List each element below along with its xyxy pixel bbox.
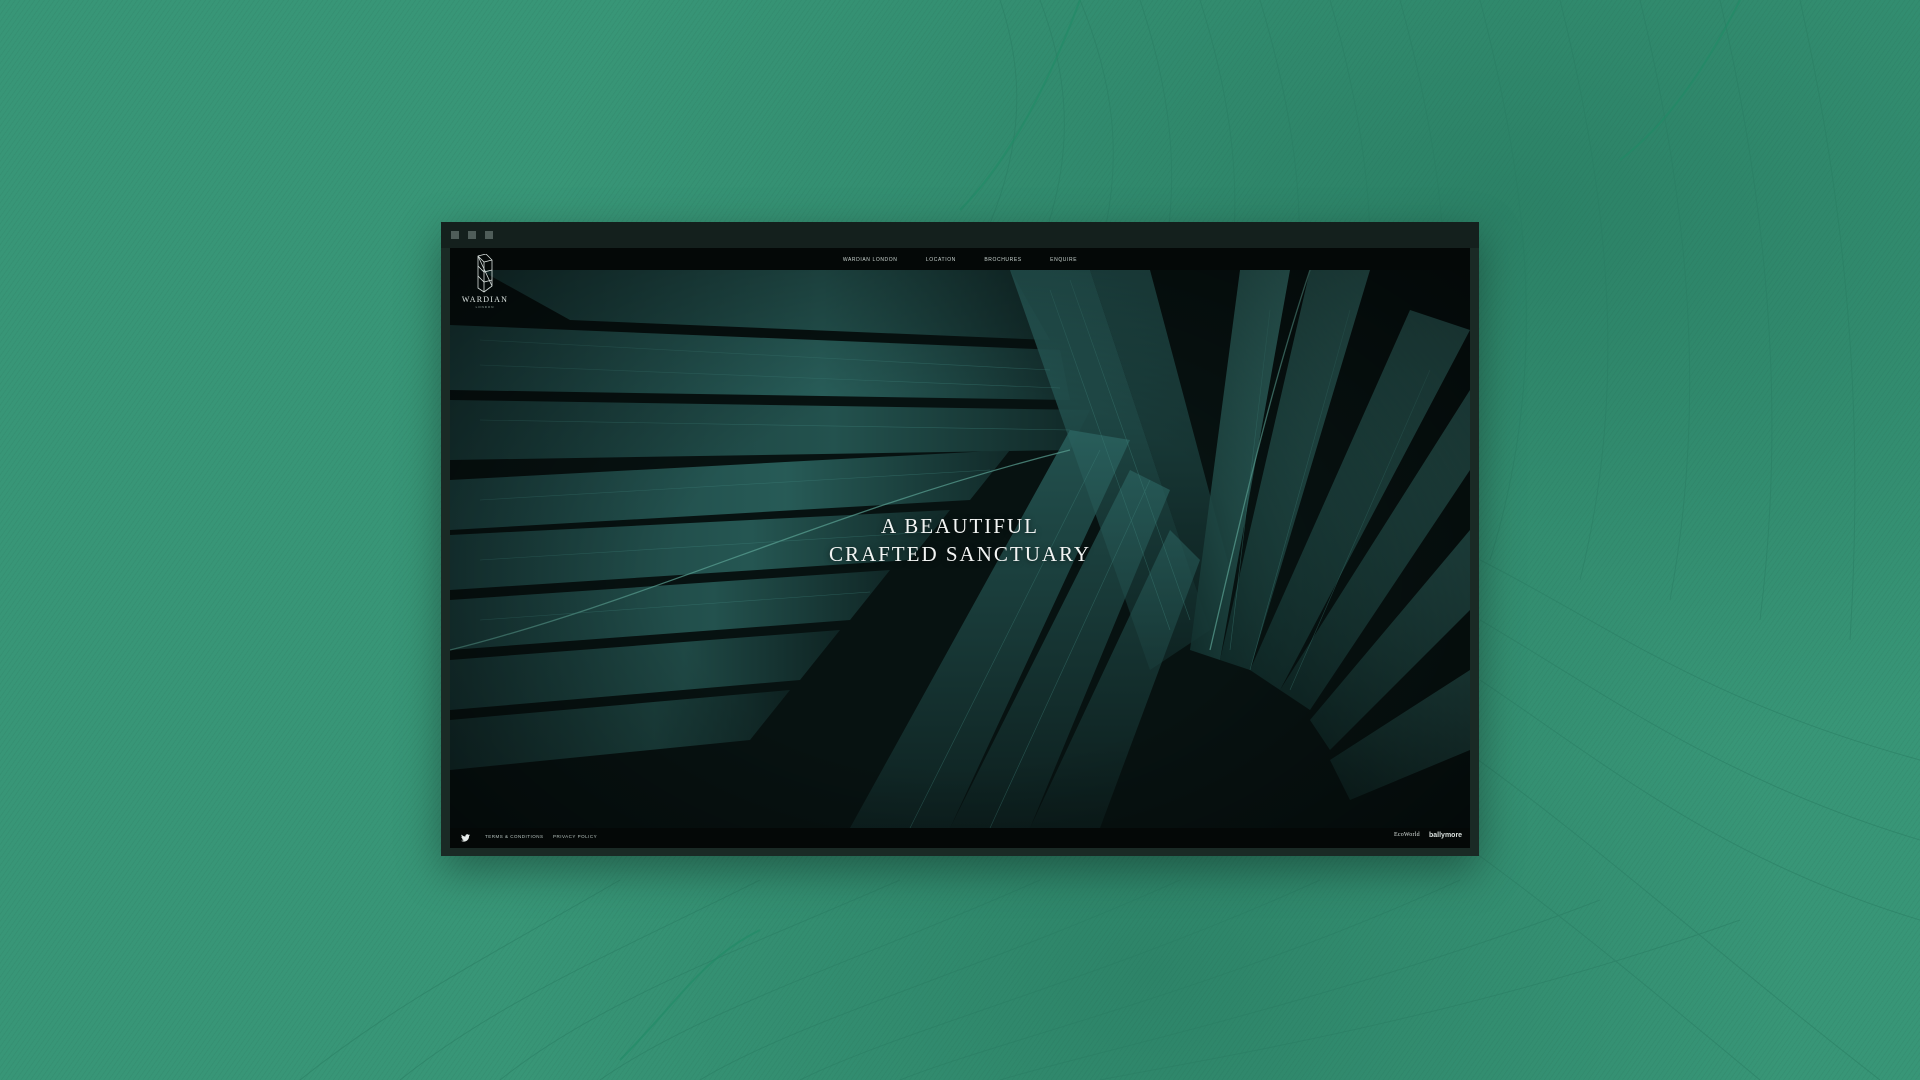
- logo-name: WARDIAN: [461, 295, 509, 304]
- window-minimize-button[interactable]: [468, 231, 476, 239]
- partner-logo-ballymore[interactable]: ballymore: [1429, 832, 1462, 839]
- browser-window: Wardian London Location Brochures Enquir…: [441, 222, 1479, 856]
- hero-headline-line-2: CRAFTED SANCTUARY: [828, 542, 1092, 566]
- twitter-icon[interactable]: [461, 834, 470, 842]
- window-titlebar: [441, 222, 1479, 248]
- window-maximize-button[interactable]: [485, 231, 493, 239]
- logo-subtitle: LONDON: [475, 305, 495, 309]
- hero-headline-line-1: A BEAUTIFUL: [881, 514, 1039, 538]
- terms-conditions-link[interactable]: Terms & Conditions: [485, 834, 544, 839]
- page-viewport: Wardian London Location Brochures Enquir…: [450, 248, 1470, 848]
- wardian-logo[interactable]: WARDIAN LONDON: [456, 254, 514, 314]
- nav-item-brochures[interactable]: Brochures: [984, 250, 1021, 270]
- top-navigation: Wardian London Location Brochures Enquir…: [450, 248, 1470, 270]
- window-close-button[interactable]: [451, 231, 459, 239]
- nav-item-enquire[interactable]: Enquire: [1050, 250, 1077, 270]
- logo-mark-icon: [477, 254, 493, 293]
- nav-item-wardian-london[interactable]: Wardian London: [843, 250, 898, 270]
- nav-item-location[interactable]: Location: [926, 250, 956, 270]
- page-footer: Terms & Conditions Privacy Policy EcoWor…: [450, 828, 1470, 848]
- privacy-policy-link[interactable]: Privacy Policy: [553, 834, 597, 839]
- hero-headline: A BEAUTIFUL CRAFTED SANCTUARY: [450, 512, 1470, 568]
- partner-logo-ecoworld[interactable]: EcoWorld: [1394, 832, 1420, 838]
